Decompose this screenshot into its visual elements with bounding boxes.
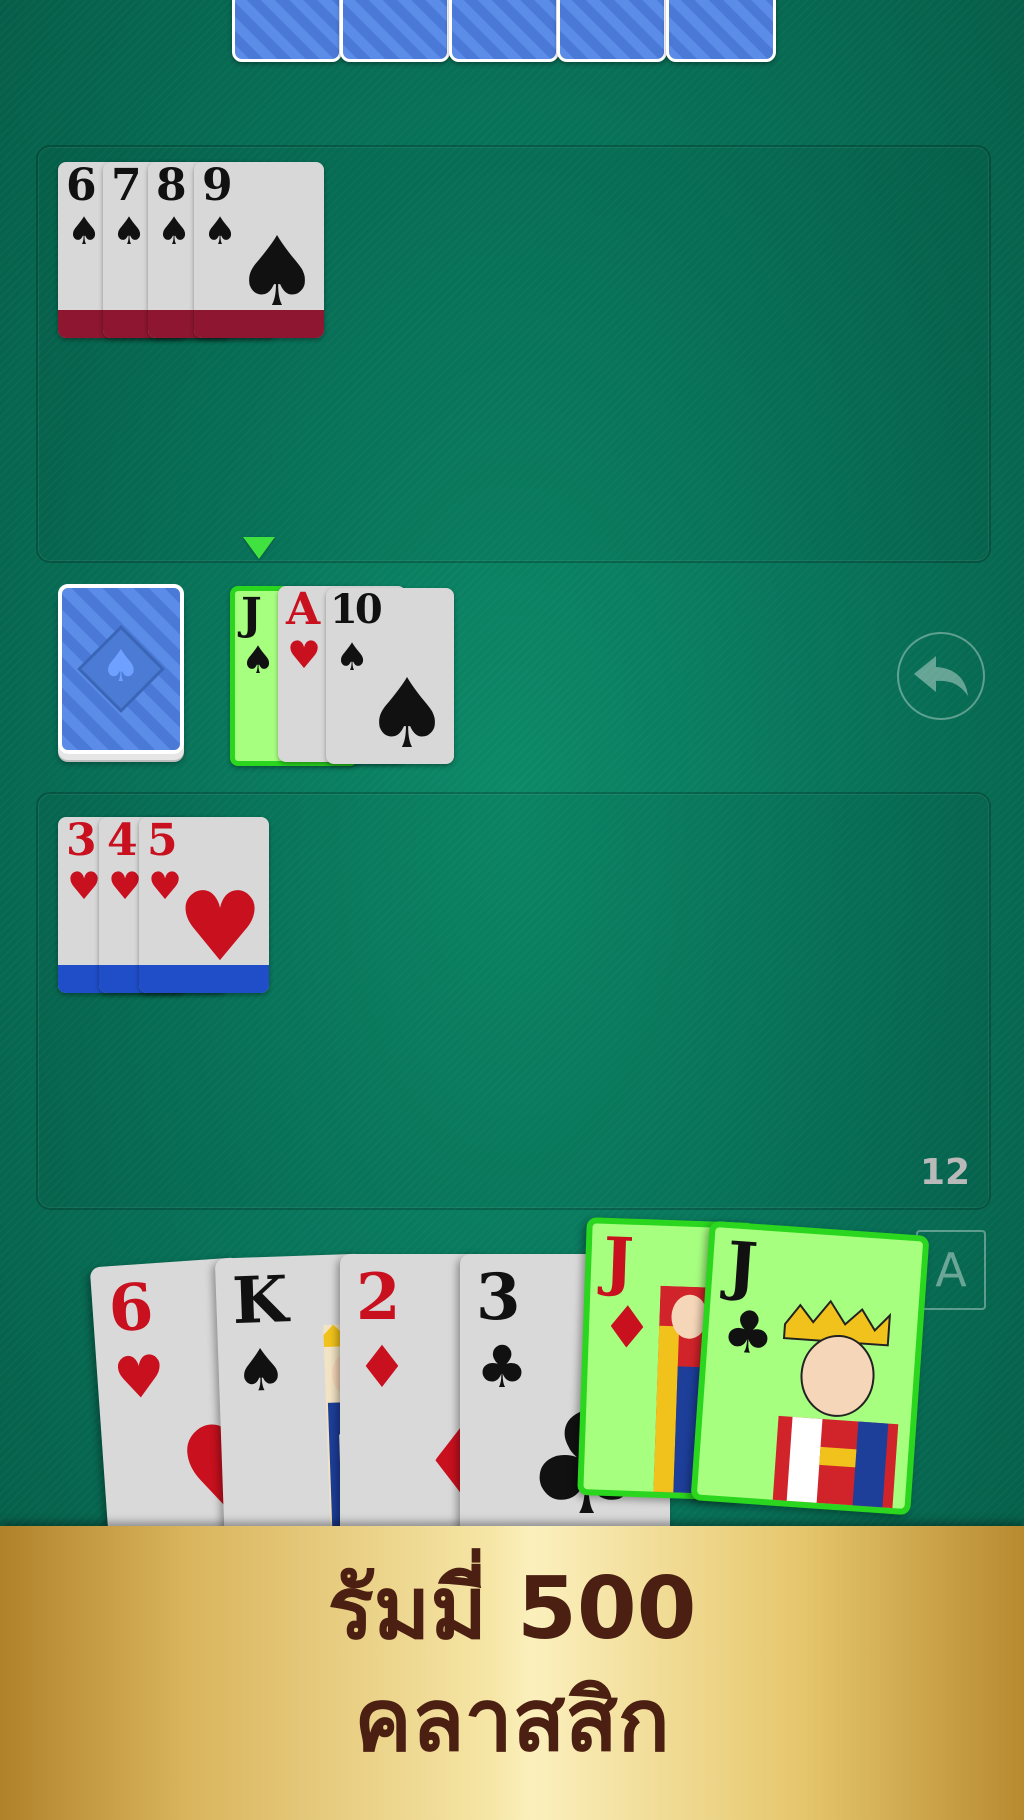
heart-icon: ♥	[108, 864, 143, 908]
card-rank: 6	[106, 1269, 156, 1348]
heart-icon: ♥	[287, 633, 322, 677]
stock-pile[interactable]: ♠	[58, 584, 184, 754]
card-rank: 9	[202, 162, 233, 211]
heart-icon: ♥	[67, 864, 102, 908]
opponent-card-back	[449, 0, 559, 62]
banner-subtitle: คลาสสิก	[354, 1671, 670, 1771]
spade-icon: ♠	[157, 209, 192, 253]
hand-card-selected[interactable]: J ♣	[690, 1220, 930, 1516]
spade-icon: ♠	[67, 209, 102, 253]
card-rank: 3	[66, 817, 97, 866]
opponent-card-back	[557, 0, 667, 62]
heart-icon: ♥	[111, 1341, 168, 1414]
selection-arrow-icon	[243, 537, 275, 559]
card-rank: J	[241, 589, 262, 640]
card-rank: 4	[107, 817, 138, 866]
promo-banner: รัมมี่ 500 คลาสสิก	[0, 1526, 1024, 1820]
opponent-card-back	[232, 0, 342, 62]
card-rank: 2	[356, 1260, 401, 1335]
heart-icon: ♥	[177, 871, 264, 983]
card-rank: J	[724, 1228, 760, 1305]
undo-arrow-icon	[914, 656, 968, 696]
meld-stripe	[139, 965, 269, 993]
club-icon: ♣	[720, 1296, 777, 1369]
card-rank: 3	[476, 1260, 521, 1335]
card-rank: 6	[66, 162, 97, 211]
spade-icon: ♠	[234, 216, 321, 328]
meld-card[interactable]: 9 ♠ ♠	[194, 162, 324, 338]
spade-icon: ♠	[203, 209, 238, 253]
spade-icon: ♠	[364, 658, 451, 764]
card-rank: A	[286, 586, 321, 635]
card-rank: K	[231, 1262, 290, 1340]
club-icon: ♣	[476, 1333, 528, 1401]
spade-icon: ♠	[101, 640, 141, 692]
banner-title: รัมมี่ 500	[327, 1559, 697, 1659]
discard-card[interactable]: 10 ♠ ♠	[326, 588, 454, 764]
card-rank: 5	[147, 817, 178, 866]
cards-remaining-count: 12	[920, 1152, 971, 1193]
diamond-icon: ♦	[599, 1292, 655, 1363]
spade-icon: ♠	[112, 209, 147, 253]
card-rank: 10	[330, 588, 383, 633]
card-rank: J	[602, 1223, 635, 1300]
card-rank: 7	[111, 162, 142, 211]
opponent-card-back	[340, 0, 450, 62]
diamond-icon: ♦	[356, 1333, 408, 1401]
card-rank: 8	[156, 162, 187, 211]
jack-face-icon	[772, 1299, 899, 1513]
undo-button[interactable]	[897, 632, 985, 720]
spade-icon: ♠	[241, 638, 276, 682]
meld-card[interactable]: 5 ♥ ♥	[139, 817, 269, 993]
opponent-card-back	[666, 0, 776, 62]
meld-stripe	[194, 310, 324, 338]
